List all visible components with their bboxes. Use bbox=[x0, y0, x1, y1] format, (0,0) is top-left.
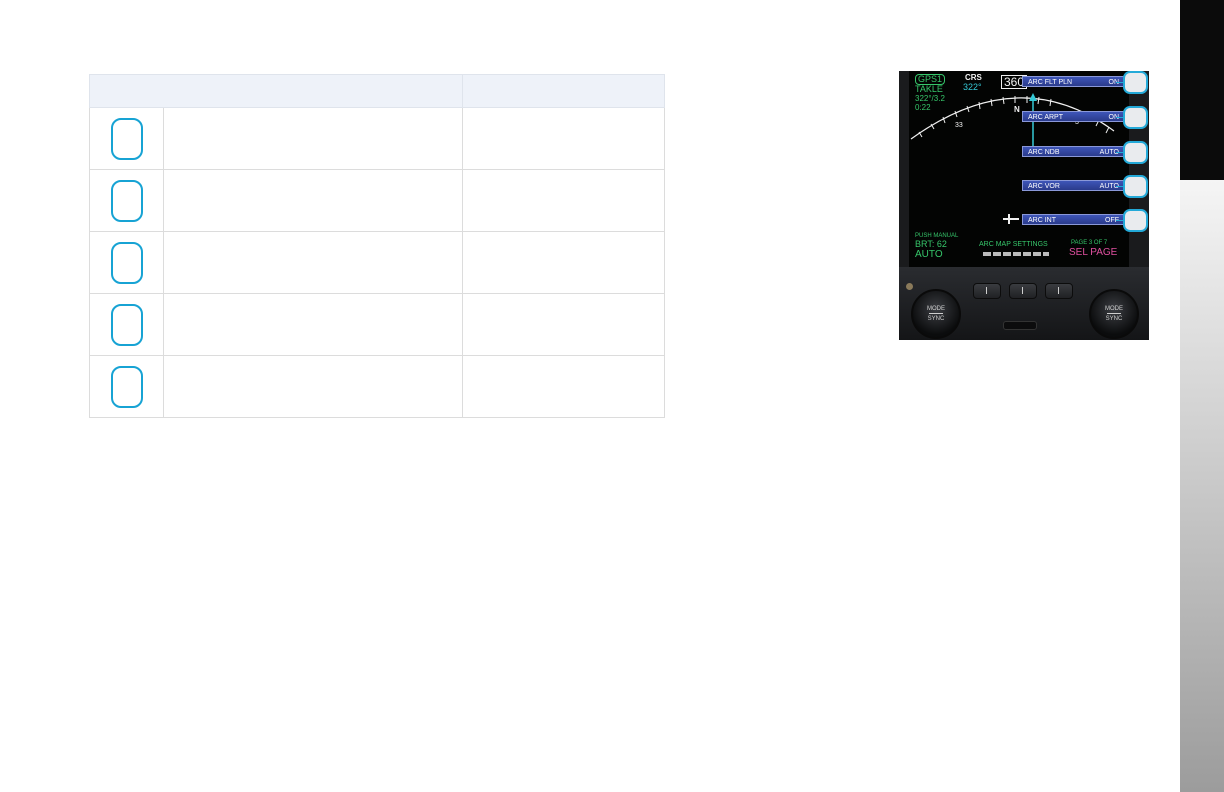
crs-label: CRS bbox=[965, 73, 982, 82]
brightness-label: BRT: 62 bbox=[915, 239, 947, 249]
line-select-key-5[interactable] bbox=[1123, 209, 1148, 232]
display-bezel: MODE SYNC MODE SYNC bbox=[899, 267, 1149, 340]
compass-n-label: N bbox=[1014, 105, 1020, 114]
table-description-cell bbox=[163, 293, 463, 356]
sel-page-label: SEL PAGE bbox=[1069, 247, 1118, 258]
line-select-key-icon bbox=[110, 179, 143, 222]
line-select-key-icon bbox=[110, 365, 143, 408]
bearing-distance-label: 322°/3.2 bbox=[915, 94, 945, 103]
avionics-display-unit: GPS1 TAKLE 322°/3.2 0:22 CRS 322° 360 33… bbox=[899, 71, 1149, 340]
page-indicator-icon bbox=[983, 252, 1049, 256]
right-mode-sync-knob[interactable]: MODE SYNC bbox=[1089, 289, 1139, 339]
line-select-key-icon bbox=[110, 303, 143, 346]
page-title: ARC MAP SETTINGS bbox=[979, 241, 1048, 248]
line-select-key-2[interactable] bbox=[1123, 106, 1148, 129]
menu-item-arc-arpt[interactable]: ARC ARPT ON bbox=[1022, 111, 1126, 122]
section-tab-gradient bbox=[1180, 180, 1224, 792]
menu-item-label: ARC VOR bbox=[1028, 183, 1060, 190]
soft-button-left[interactable] bbox=[973, 283, 1001, 299]
reference-table bbox=[89, 74, 665, 418]
menu-item-label: ARC INT bbox=[1028, 217, 1056, 224]
line-select-key-1[interactable] bbox=[1123, 71, 1148, 94]
table-key-cell bbox=[89, 169, 164, 232]
table-description-cell bbox=[163, 107, 463, 170]
aircraft-icon bbox=[1003, 214, 1019, 224]
table-description-cell bbox=[163, 169, 463, 232]
table-row bbox=[89, 107, 665, 170]
menu-item-arc-ndb[interactable]: ARC NDB AUTO bbox=[1022, 146, 1126, 157]
section-tab-active bbox=[1180, 0, 1224, 180]
light-sensor-icon bbox=[906, 283, 913, 290]
table-row bbox=[89, 231, 665, 294]
soft-button-center[interactable] bbox=[1009, 283, 1037, 299]
table-value-cell bbox=[462, 293, 665, 356]
menu-item-label: ARC ARPT bbox=[1028, 114, 1064, 121]
line-select-key-icon bbox=[110, 117, 143, 160]
knob-mode-label: MODE bbox=[1105, 306, 1123, 312]
menu-item-arc-int[interactable]: ARC INT OFF bbox=[1022, 214, 1126, 225]
table-key-cell bbox=[89, 231, 164, 294]
table-header-cell bbox=[462, 74, 665, 108]
table-value-cell bbox=[462, 107, 665, 170]
auto-label: AUTO bbox=[915, 249, 943, 260]
table-header-cell bbox=[89, 74, 463, 108]
compass-33-label: 33 bbox=[955, 122, 963, 129]
table-row bbox=[89, 355, 665, 418]
table-value-cell bbox=[462, 169, 665, 232]
table-key-cell bbox=[89, 293, 164, 356]
menu-item-label: ARC NDB bbox=[1028, 149, 1060, 156]
line-select-key-4[interactable] bbox=[1123, 175, 1148, 198]
knob-sync-label: SYNC bbox=[927, 316, 945, 322]
line-select-key-3[interactable] bbox=[1123, 141, 1148, 164]
knob-mode-label: MODE bbox=[927, 306, 945, 312]
table-description-cell bbox=[163, 355, 463, 418]
left-mode-sync-knob[interactable]: MODE SYNC bbox=[911, 289, 961, 339]
menu-item-arc-flt-pln[interactable]: ARC FLT PLN ON bbox=[1022, 76, 1126, 87]
table-header-row bbox=[89, 74, 665, 108]
waypoint-label: TAKLE bbox=[915, 84, 943, 94]
time-label: 0:22 bbox=[915, 103, 931, 112]
table-value-cell bbox=[462, 355, 665, 418]
line-select-key-icon bbox=[110, 241, 143, 284]
table-description-cell bbox=[163, 231, 463, 294]
table-row bbox=[89, 169, 665, 232]
soft-button-right[interactable] bbox=[1045, 283, 1073, 299]
card-slot bbox=[1003, 321, 1037, 330]
table-key-cell bbox=[89, 107, 164, 170]
display-screen: GPS1 TAKLE 322°/3.2 0:22 CRS 322° 360 33… bbox=[909, 71, 1129, 267]
crs-value: 322° bbox=[963, 82, 982, 92]
menu-item-label: ARC FLT PLN bbox=[1028, 79, 1073, 86]
knob-sync-label: SYNC bbox=[1105, 316, 1123, 322]
menu-item-arc-vor[interactable]: ARC VOR AUTO bbox=[1022, 180, 1126, 191]
table-row bbox=[89, 293, 665, 356]
table-key-cell bbox=[89, 355, 164, 418]
page-number-label: PAGE 3 OF 7 bbox=[1071, 240, 1108, 246]
table-value-cell bbox=[462, 231, 665, 294]
knob-divider bbox=[1107, 313, 1121, 314]
knob-divider bbox=[929, 313, 943, 314]
